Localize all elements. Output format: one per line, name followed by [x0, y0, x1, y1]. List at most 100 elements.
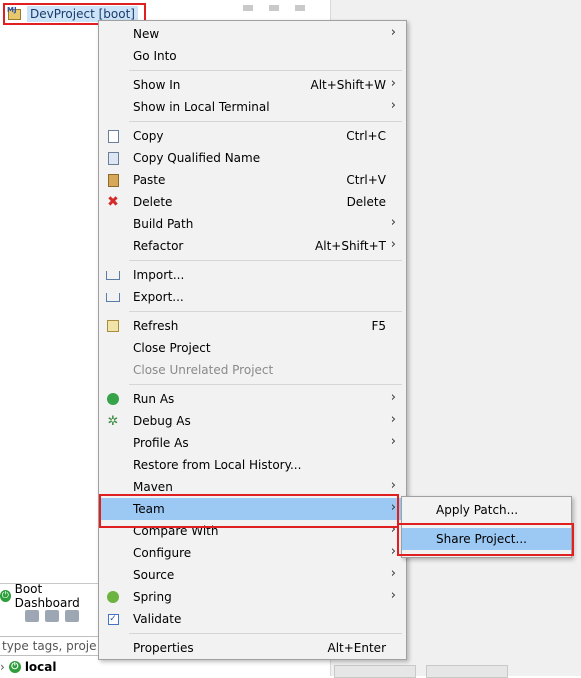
menu-item-properties[interactable]: Properties Alt+Enter	[99, 637, 406, 659]
menu-item-label: Show In	[133, 78, 181, 92]
menu-item-label: Restore from Local History...	[133, 458, 302, 472]
submenu-item-apply-patch[interactable]: Apply Patch...	[402, 499, 571, 521]
view-tab[interactable]	[426, 665, 508, 678]
menu-item-validate[interactable]: ✓ Validate	[99, 608, 406, 630]
submenu-arrow-icon: ›	[390, 76, 396, 91]
menu-item-label: Paste	[133, 173, 166, 187]
bottom-view-tabs	[334, 665, 508, 678]
menu-separator	[129, 384, 402, 385]
menu-item-team[interactable]: Team ›	[99, 498, 406, 520]
submenu-item-label: Share Project...	[436, 532, 527, 546]
menu-item-label: Maven	[133, 480, 173, 494]
menu-item-label: Copy Qualified Name	[133, 151, 261, 165]
menu-item-delete[interactable]: ✖ Delete Delete	[99, 191, 406, 213]
boot-dashboard-toolbar	[25, 610, 79, 622]
spring-boot-icon: ⏻	[0, 590, 11, 602]
refresh-icon	[105, 318, 121, 334]
menu-item-restore-from-local-history[interactable]: Restore from Local History...	[99, 454, 406, 476]
menu-item-label: Delete	[133, 195, 173, 209]
menu-item-paste[interactable]: Paste Ctrl+V	[99, 169, 406, 191]
menu-item-label: Spring	[133, 590, 172, 604]
menu-item-copy[interactable]: Copy Ctrl+C	[99, 125, 406, 147]
menu-item-shortcut: Alt+Shift+T	[315, 239, 386, 253]
view-tab[interactable]	[334, 665, 416, 678]
menu-item-label: Run As	[133, 392, 175, 406]
submenu-item-share-project[interactable]: Share Project...	[402, 528, 571, 550]
menu-separator	[432, 524, 567, 525]
menu-item-label: Close Unrelated Project	[133, 363, 274, 377]
menu-item-label: New	[133, 27, 160, 41]
menu-item-export[interactable]: Export...	[99, 286, 406, 308]
menu-item-label: Properties	[133, 641, 194, 655]
toolbar-icon[interactable]	[243, 5, 253, 11]
stop-icon[interactable]	[65, 610, 79, 622]
menu-item-label: Copy	[133, 129, 164, 143]
submenu-arrow-icon: ›	[390, 434, 396, 449]
menu-item-shortcut: Delete	[346, 195, 386, 209]
validate-check-icon: ✓	[107, 613, 119, 625]
menu-item-profile-as[interactable]: Profile As ›	[99, 432, 406, 454]
menu-item-import[interactable]: Import...	[99, 264, 406, 286]
submenu-arrow-icon: ›	[390, 500, 396, 515]
project-folder-icon: MJ	[7, 6, 23, 22]
menu-separator	[129, 70, 402, 71]
debug-start-icon[interactable]	[45, 610, 59, 622]
export-icon	[105, 289, 121, 305]
menu-item-close-project[interactable]: Close Project	[99, 337, 406, 359]
menu-item-label: Team	[133, 502, 165, 516]
expand-chevron-icon[interactable]: ›	[0, 660, 5, 674]
menu-item-shortcut: Ctrl+V	[346, 173, 386, 187]
submenu-arrow-icon: ›	[390, 478, 396, 493]
menu-item-label: Configure	[133, 546, 192, 560]
menu-item-label: Import...	[133, 268, 185, 282]
submenu-arrow-icon: ›	[390, 98, 396, 113]
menu-item-compare-with[interactable]: Compare With ›	[99, 520, 406, 542]
submenu-arrow-icon: ›	[390, 25, 396, 40]
menu-item-show-in-local-terminal[interactable]: Show in Local Terminal ›	[99, 96, 406, 118]
menu-item-go-into[interactable]: Go Into	[99, 45, 406, 67]
boot-dashboard-label: Boot Dashboard	[14, 582, 80, 610]
menu-item-spring[interactable]: Spring ›	[99, 586, 406, 608]
menu-item-new[interactable]: New ›	[99, 23, 406, 45]
menu-separator	[129, 121, 402, 122]
menu-item-refresh[interactable]: Refresh F5	[99, 315, 406, 337]
menu-item-debug-as[interactable]: ✲ Debug As ›	[99, 410, 406, 432]
menu-item-label: Validate	[133, 612, 182, 626]
local-boot-icon: ⏻	[8, 661, 21, 673]
team-submenu: Apply Patch... Share Project...	[401, 496, 572, 558]
menu-item-shortcut: Ctrl+C	[346, 129, 386, 143]
toolbar-icon[interactable]	[294, 5, 305, 11]
menu-item-refactor[interactable]: Refactor Alt+Shift+T ›	[99, 235, 406, 257]
submenu-arrow-icon: ›	[390, 544, 396, 559]
start-icon[interactable]	[25, 610, 39, 622]
run-icon	[105, 391, 121, 407]
paste-icon	[105, 172, 121, 188]
toolbar-icon[interactable]	[268, 5, 279, 11]
local-label: local	[24, 660, 57, 674]
copy-icon	[105, 128, 121, 144]
menu-item-label: Close Project	[133, 341, 211, 355]
menu-item-copy-qualified-name[interactable]: Copy Qualified Name	[99, 147, 406, 169]
menu-separator	[129, 633, 402, 634]
debug-icon: ✲	[107, 413, 119, 429]
menu-item-run-as[interactable]: Run As ›	[99, 388, 406, 410]
menu-item-close-unrelated-project: Close Unrelated Project	[99, 359, 406, 381]
submenu-arrow-icon: ›	[390, 566, 396, 581]
menu-item-build-path[interactable]: Build Path ›	[99, 213, 406, 235]
menu-item-label: Export...	[133, 290, 184, 304]
menu-item-label: Refresh	[133, 319, 179, 333]
menu-item-label: Compare With	[133, 524, 219, 538]
menu-item-source[interactable]: Source ›	[99, 564, 406, 586]
menu-item-maven[interactable]: Maven ›	[99, 476, 406, 498]
local-target-row[interactable]: › ⏻ local	[0, 660, 57, 674]
boot-dashboard-tab[interactable]: ⏻ Boot Dashboard	[0, 582, 100, 610]
menu-item-show-in[interactable]: Show In Alt+Shift+W ›	[99, 74, 406, 96]
menu-item-configure[interactable]: Configure ›	[99, 542, 406, 564]
delete-icon: ✖	[107, 194, 119, 210]
context-menu: New › Go Into Show In Alt+Shift+W › Show in Lo…	[98, 20, 407, 660]
menu-separator	[129, 311, 402, 312]
menu-item-label: Refactor	[133, 239, 184, 253]
explorer-toolbar	[243, 0, 333, 11]
submenu-arrow-icon: ›	[390, 390, 396, 405]
boot-filter-input[interactable]	[0, 636, 100, 656]
